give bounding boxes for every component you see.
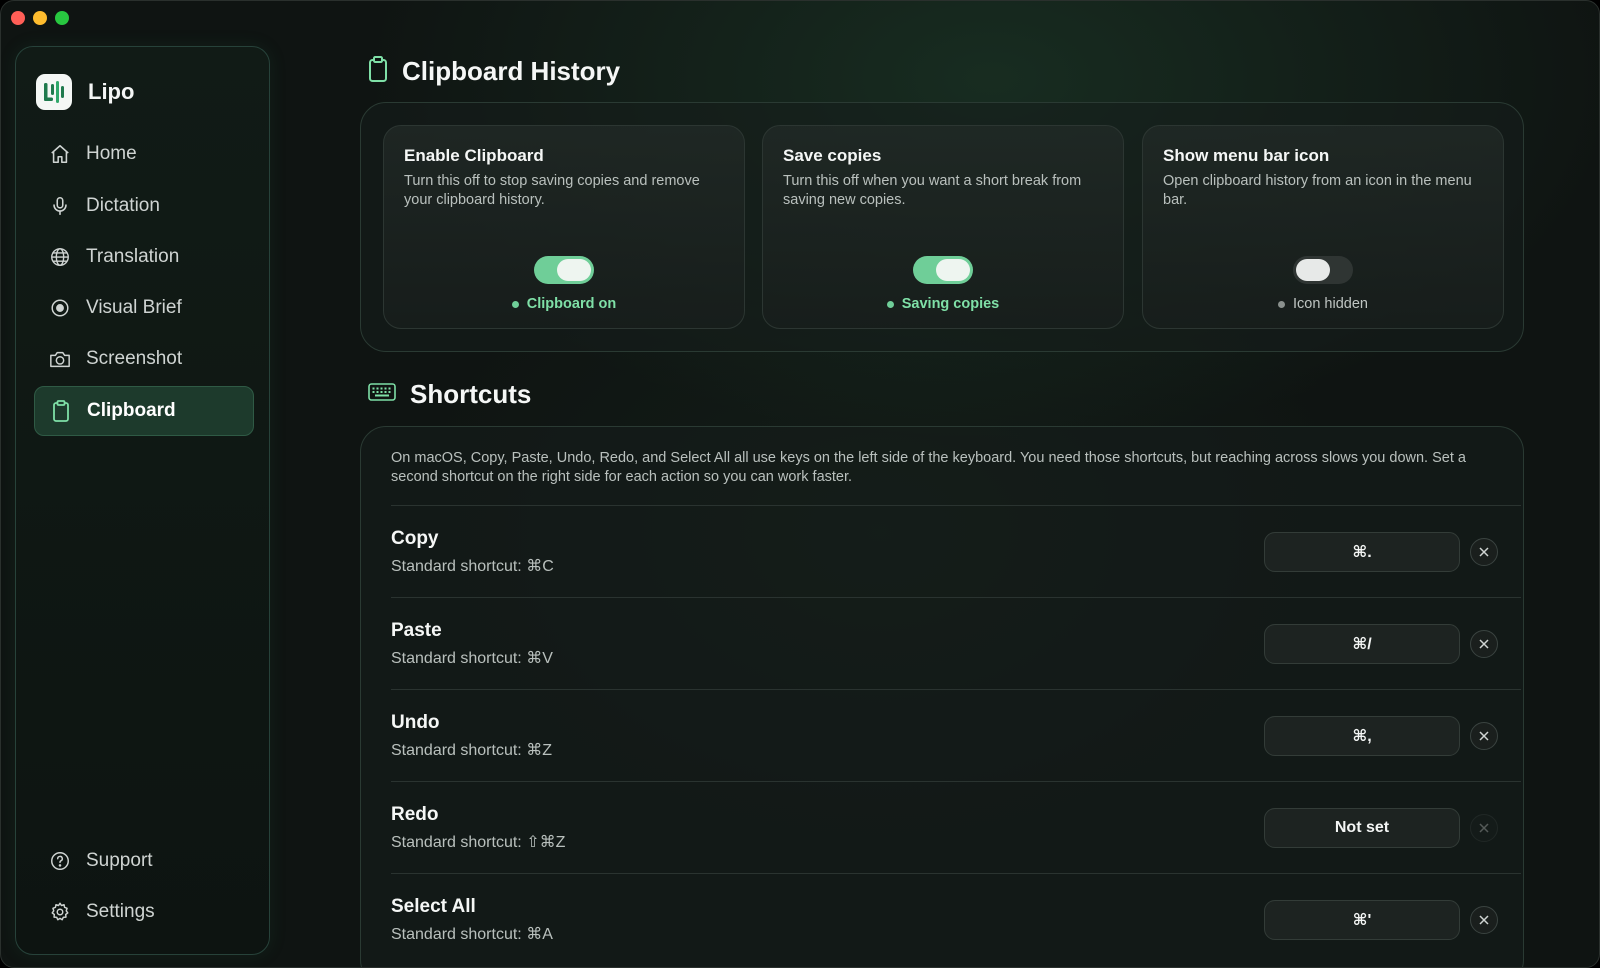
save-copies-card: Save copies Turn this off when you want … <box>762 125 1124 329</box>
status-text: Icon hidden <box>1293 296 1368 312</box>
save-copies-toggle[interactable] <box>913 256 973 284</box>
status-dot-icon <box>511 300 519 308</box>
toggle-knob <box>557 259 591 281</box>
status-indicator: Clipboard on <box>384 296 744 312</box>
home-icon <box>48 142 72 166</box>
shortcut-name: Redo <box>391 804 439 825</box>
shortcut-row-paste: Paste Standard shortcut: ⌘V ⌘/ <box>391 597 1521 689</box>
shortcut-name: Paste <box>391 620 442 641</box>
standard-shortcut: Standard shortcut: ⌘A <box>391 926 553 943</box>
enable-clipboard-toggle[interactable] <box>534 256 594 284</box>
keyboard-icon <box>368 382 396 407</box>
sidebar: Lipo Home Dictation Translation Visual B… <box>15 46 270 955</box>
clear-shortcut-button[interactable] <box>1470 906 1498 934</box>
sidebar-item-label: Clipboard <box>87 400 176 421</box>
close-window-button[interactable] <box>11 11 25 25</box>
sidebar-item-label: Settings <box>86 901 155 922</box>
close-icon <box>1479 731 1489 741</box>
sidebar-item-support[interactable]: Support <box>34 836 254 886</box>
standard-shortcut: Standard shortcut: ⌘Z <box>391 742 552 759</box>
status-text: Saving copies <box>901 296 1000 312</box>
shortcut-row-redo: Redo Standard shortcut: ⇧⌘Z Not set <box>391 781 1521 873</box>
lipo-logo-icon <box>36 74 72 110</box>
clipboard-icon <box>368 55 388 88</box>
close-icon <box>1479 547 1489 557</box>
help-icon <box>48 849 72 873</box>
clear-shortcut-button[interactable] <box>1470 538 1498 566</box>
shortcut-recorder-select-all[interactable]: ⌘' <box>1264 900 1460 940</box>
shortcut-recorder-copy[interactable]: ⌘. <box>1264 532 1460 572</box>
sidebar-item-label: Screenshot <box>86 348 183 369</box>
shortcuts-panel: On macOS, Copy, Paste, Undo, Redo, and S… <box>360 426 1524 967</box>
sidebar-item-label: Support <box>86 850 153 871</box>
shortcut-recorder-redo[interactable]: Not set <box>1264 808 1460 848</box>
page-title: Clipboard History <box>402 56 621 86</box>
clipboard-icon <box>49 399 73 423</box>
clipboard-history-header: Clipboard History <box>368 55 620 88</box>
shortcut-name: Undo <box>391 712 440 733</box>
section-title: Shortcuts <box>410 379 532 409</box>
window-controls <box>11 11 69 25</box>
close-icon <box>1479 915 1489 925</box>
show-menu-bar-icon-toggle[interactable] <box>1293 256 1353 284</box>
sidebar-item-label: Home <box>86 143 137 164</box>
enable-clipboard-card: Enable Clipboard Turn this off to stop s… <box>383 125 745 329</box>
sidebar-item-dictation[interactable]: Dictation <box>34 181 254 231</box>
sidebar-item-home[interactable]: Home <box>34 129 254 179</box>
zoom-window-button[interactable] <box>55 11 69 25</box>
shortcuts-header: Shortcuts <box>368 379 531 410</box>
shortcut-recorder-paste[interactable]: ⌘/ <box>1264 624 1460 664</box>
close-icon <box>1479 823 1489 833</box>
clear-shortcut-button[interactable] <box>1470 630 1498 658</box>
sidebar-item-translation[interactable]: Translation <box>34 232 254 282</box>
shortcut-row-copy: Copy Standard shortcut: ⌘C ⌘. <box>391 505 1521 597</box>
shortcut-row-select-all: Select All Standard shortcut: ⌘A ⌘' <box>391 873 1521 965</box>
standard-shortcut: Standard shortcut: ⌘C <box>391 558 554 575</box>
card-title: Show menu bar icon <box>1163 146 1330 165</box>
card-description: Open clipboard history from an icon in t… <box>1163 173 1472 208</box>
record-icon <box>48 296 72 320</box>
shortcut-row-undo: Undo Standard shortcut: ⌘Z ⌘, <box>391 689 1521 781</box>
standard-shortcut: Standard shortcut: ⌘V <box>391 650 553 667</box>
status-text: Clipboard on <box>526 296 617 312</box>
sidebar-item-visual-brief[interactable]: Visual Brief <box>34 283 254 333</box>
sidebar-item-label: Visual Brief <box>86 297 182 318</box>
card-description: Turn this off when you want a short brea… <box>783 173 1082 208</box>
card-description: Turn this off to stop saving copies and … <box>404 173 700 208</box>
clear-shortcut-button[interactable] <box>1470 722 1498 750</box>
card-title: Save copies <box>783 146 882 165</box>
status-indicator: Saving copies <box>763 296 1123 312</box>
brand: Lipo <box>36 74 134 110</box>
globe-icon <box>48 245 72 269</box>
standard-shortcut: Standard shortcut: ⇧⌘Z <box>391 834 566 851</box>
clipboard-settings-panel: Enable Clipboard Turn this off to stop s… <box>360 102 1524 352</box>
shortcut-name: Copy <box>391 528 439 549</box>
card-title: Enable Clipboard <box>404 146 544 165</box>
shortcuts-description: On macOS, Copy, Paste, Undo, Redo, and S… <box>391 450 1466 485</box>
status-dot-icon <box>1278 300 1285 308</box>
sidebar-item-clipboard[interactable]: Clipboard <box>34 386 254 436</box>
sidebar-item-label: Dictation <box>86 195 160 216</box>
close-icon <box>1479 639 1489 649</box>
sidebar-item-screenshot[interactable]: Screenshot <box>34 334 254 384</box>
gear-icon <box>48 900 72 924</box>
toggle-knob <box>936 259 970 281</box>
shortcut-name: Select All <box>391 896 476 917</box>
status-indicator: Icon hidden <box>1143 296 1503 312</box>
app-window: Lipo Home Dictation Translation Visual B… <box>0 0 1600 968</box>
minimize-window-button[interactable] <box>33 11 47 25</box>
show-menu-bar-icon-card: Show menu bar icon Open clipboard histor… <box>1142 125 1504 329</box>
shortcut-recorder-undo[interactable]: ⌘, <box>1264 716 1460 756</box>
status-dot-icon <box>886 300 894 308</box>
camera-icon <box>48 347 72 371</box>
app-name: Lipo <box>88 79 135 104</box>
sidebar-item-settings[interactable]: Settings <box>34 887 254 937</box>
microphone-icon <box>48 194 72 218</box>
clear-shortcut-button[interactable] <box>1470 814 1498 842</box>
sidebar-item-label: Translation <box>86 246 180 267</box>
toggle-knob <box>1296 259 1330 281</box>
